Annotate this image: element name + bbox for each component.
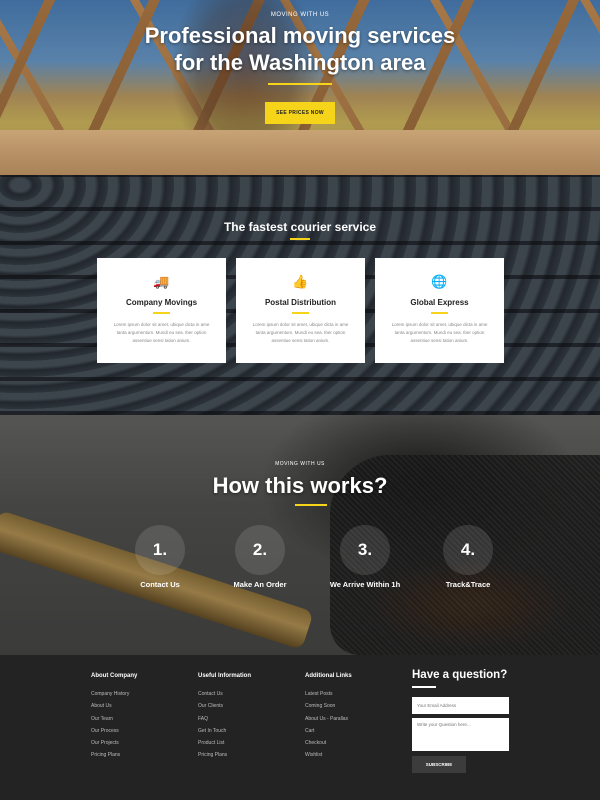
service-card-divider [431,312,448,314]
service-card-text: Lorem ipsum dolor sit amet, ubique dicta… [391,322,488,343]
service-card-text: Lorem ipsum dolor sit amet, ubique dicta… [252,322,349,343]
footer-link-coming-soon[interactable]: Coming Soon [305,700,405,712]
step-track-trace: 4. Track&Trace [418,525,518,595]
footer-column-heading: Additional Links [305,673,352,679]
service-card-divider [292,312,309,314]
step-number: 2. [235,525,285,575]
hero-floor-image [0,130,600,175]
question-heading: Have a question? [412,669,508,681]
footer-column-heading: About Company [91,673,138,679]
hero-title-line1: Professional moving services [144,23,456,48]
footer-link-faq[interactable]: FAQ [198,713,298,725]
footer-link-get-in-touch[interactable]: Get In Touch [198,725,298,737]
step-number: 4. [443,525,493,575]
footer-link-contact-us[interactable]: Contact Us [198,688,298,700]
email-field[interactable] [412,696,509,714]
footer-link-our-team[interactable]: Our Team [91,713,191,725]
how-it-works-section: MOVING WITH US How this works? 1. Contac… [0,415,600,655]
service-card-title: Global Express [410,298,469,307]
footer: About Company Company History About Us O… [0,655,600,800]
service-card-text: Lorem ipsum dolor sit amet, ubique dicta… [113,322,210,343]
footer-link-cart[interactable]: Cart [305,725,405,737]
hero-section: MOVING WITH US Professional moving servi… [0,0,600,175]
service-card-global-express[interactable]: 🌐 Global Express Lorem ipsum dolor sit a… [375,258,504,363]
step-label: We Arrive Within 1h [329,580,401,589]
step-number: 3. [340,525,390,575]
step-label: Make An Order [233,580,287,589]
footer-column-additional-links: Additional Links Latest Posts Coming Soo… [305,673,405,762]
footer-link-pricing-plans[interactable]: Pricing Plans [91,749,191,761]
step-label: Contact Us [140,580,180,589]
footer-link-wishlist[interactable]: Wishlist [305,749,405,761]
footer-link-pricing-plans[interactable]: Pricing Plans [198,749,298,761]
how-accent-line [295,504,327,506]
services-accent-line [290,238,310,240]
hero-title-line2: for the Washington area [174,50,426,75]
footer-link-about-us[interactable]: About Us [91,700,191,712]
footer-column-useful-information: Useful Information Contact Us Our Client… [198,673,298,762]
step-number: 1. [135,525,185,575]
question-accent-line [412,686,436,688]
footer-link-latest-posts[interactable]: Latest Posts [305,688,405,700]
step-we-arrive: 3. We Arrive Within 1h [315,525,415,595]
footer-link-our-clients[interactable]: Our Clients [198,700,298,712]
service-card-title: Postal Distribution [264,298,337,307]
footer-link-our-projects[interactable]: Our Projects [91,737,191,749]
footer-link-product-list[interactable]: Product List [198,737,298,749]
how-eyebrow: MOVING WITH US [275,461,325,467]
how-title: How this works? [212,473,388,498]
footer-link-about-us-parallax[interactable]: About Us - Parallax [305,713,405,725]
footer-column-about-company: About Company Company History About Us O… [91,673,191,762]
hero-title: Professional moving services for the Was… [0,22,600,76]
footer-link-checkout[interactable]: Checkout [305,737,405,749]
service-card-company-movings[interactable]: 🚚 Company Movings Lorem ipsum dolor sit … [97,258,226,363]
step-make-an-order: 2. Make An Order [210,525,310,595]
footer-link-company-history[interactable]: Company History [91,688,191,700]
truck-icon: 🚚 [153,274,170,289]
footer-column-heading: Useful Information [198,673,252,679]
subscribe-button[interactable]: SUBSCRIBE [412,755,466,773]
services-title: The fastest courier service [223,220,377,234]
service-card-title: Company Movings [125,298,198,307]
hero-eyebrow: MOVING WITH US [270,12,330,18]
see-prices-button[interactable]: SEE PRICES NOW [265,102,335,124]
question-form: Have a question? SUBSCRIBE [412,669,512,773]
globe-icon: 🌐 [431,274,448,289]
footer-link-our-process[interactable]: Our Process [91,725,191,737]
thumbs-up-icon: 👍 [292,274,309,289]
service-card-postal-distribution[interactable]: 👍 Postal Distribution Lorem ipsum dolor … [236,258,365,363]
step-contact-us: 1. Contact Us [110,525,210,595]
step-label: Track&Trace [445,580,491,589]
question-textarea[interactable] [412,717,509,751]
services-section: The fastest courier service 🚚 Company Mo… [0,175,600,415]
service-card-divider [153,312,170,314]
hero-accent-line [268,83,332,85]
